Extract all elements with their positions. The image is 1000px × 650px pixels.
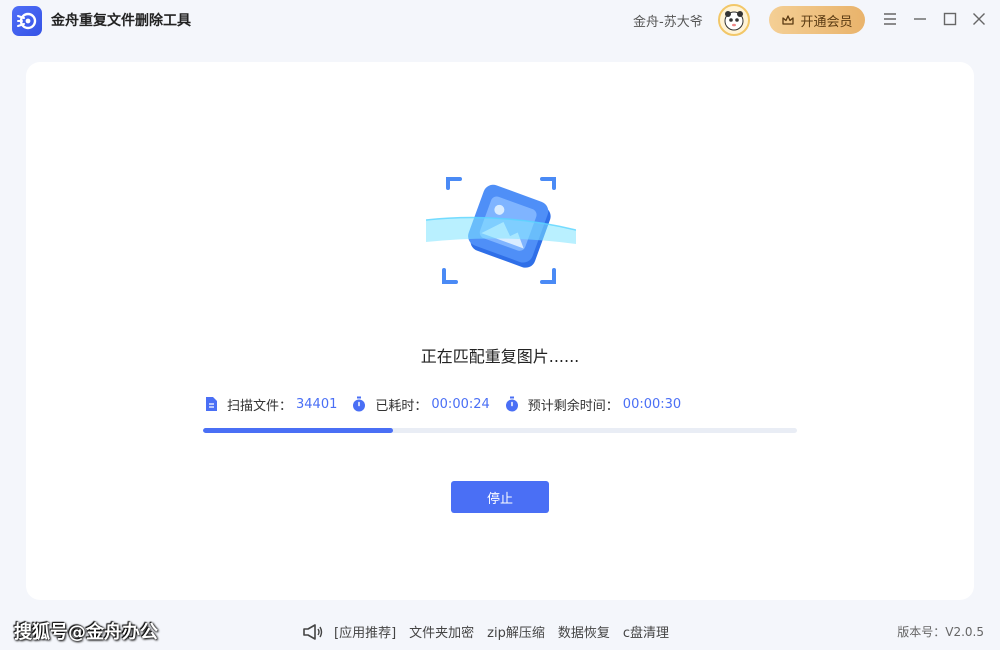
avatar-icon[interactable] — [718, 4, 750, 36]
scan-stats: 扫描文件： 34401 已耗时： 00:00:24 预计剩余时间： 00:00:… — [203, 394, 695, 414]
footer-recommendations: [应用推荐] 文件夹加密 zip解压缩 数据恢复 c盘清理 — [302, 622, 682, 641]
image-scan-illustration — [425, 172, 577, 287]
scan-progress-bar — [203, 428, 797, 433]
link-folder-encrypt[interactable]: 文件夹加密 — [409, 622, 474, 641]
version-label: 版本号：V2.0.5 — [897, 625, 984, 639]
scanned-files-stat: 扫描文件： 34401 — [203, 395, 337, 414]
scan-progress-fill — [203, 428, 394, 433]
vip-button-label: 开通会员 — [800, 14, 853, 30]
stop-button[interactable]: 停止 — [451, 481, 549, 513]
vip-button[interactable]: 开通会员 — [769, 6, 865, 34]
crown-icon — [782, 15, 795, 25]
link-c-drive-cleanup[interactable]: c盘清理 — [623, 622, 669, 641]
app-logo-icon — [12, 6, 42, 36]
main-panel: 正在匹配重复图片...... 扫描文件： 34401 已耗时： 00:00:24 — [26, 62, 974, 600]
minimize-icon[interactable] — [911, 10, 929, 28]
remaining-time-stat: 预计剩余时间： 00:00:30 — [504, 395, 681, 414]
elapsed-time-value: 00:00:24 — [431, 396, 490, 412]
maximize-icon[interactable] — [941, 10, 959, 28]
user-name[interactable]: 金舟-苏大爷 — [633, 11, 703, 30]
timer-icon — [353, 396, 366, 412]
scanned-files-value: 34401 — [296, 396, 338, 412]
close-icon[interactable] — [970, 10, 988, 28]
title-bar: 金舟重复文件删除工具 金舟-苏大爷 开通会员 — [0, 0, 1000, 40]
elapsed-time-label: 已耗时： — [375, 398, 428, 414]
link-data-recovery[interactable]: 数据恢复 — [558, 622, 610, 641]
remaining-time-value: 00:00:30 — [622, 396, 682, 412]
elapsed-time-stat: 已耗时： 00:00:24 — [351, 395, 490, 414]
file-icon — [206, 397, 217, 411]
timer-icon — [505, 396, 518, 412]
app-title: 金舟重复文件删除工具 — [51, 13, 191, 29]
remaining-time-label: 预计剩余时间： — [527, 398, 619, 414]
megaphone-icon — [303, 623, 323, 640]
scanned-files-label: 扫描文件： — [227, 398, 293, 414]
menu-icon[interactable] — [881, 10, 899, 28]
link-zip-extract[interactable]: zip解压缩 — [487, 622, 545, 641]
recommend-label: [应用推荐] — [334, 626, 397, 641]
watermark: 搜狐号@金舟办公 — [14, 622, 158, 643]
scan-status-text: 正在匹配重复图片...... — [420, 347, 580, 366]
